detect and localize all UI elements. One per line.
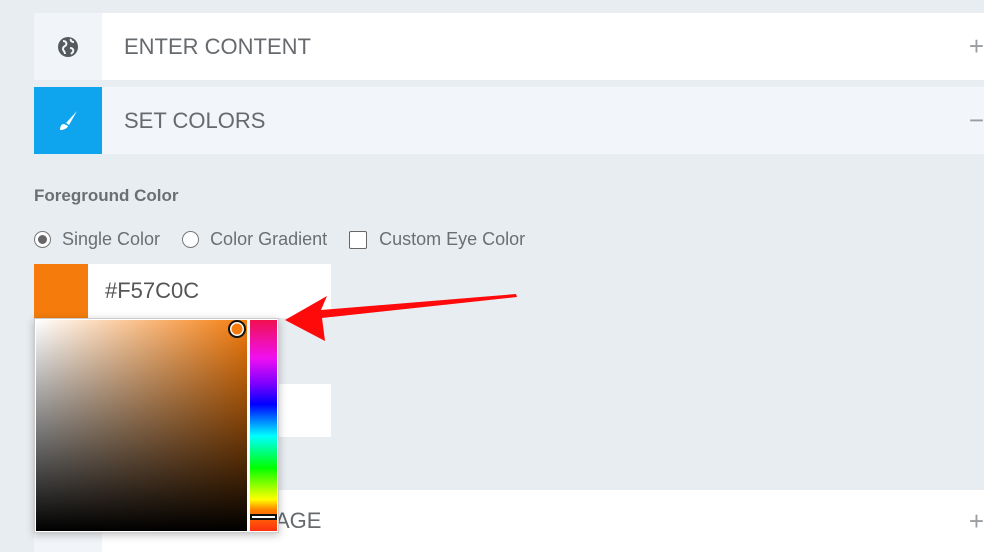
red-arrow-annotation (285, 294, 517, 341)
